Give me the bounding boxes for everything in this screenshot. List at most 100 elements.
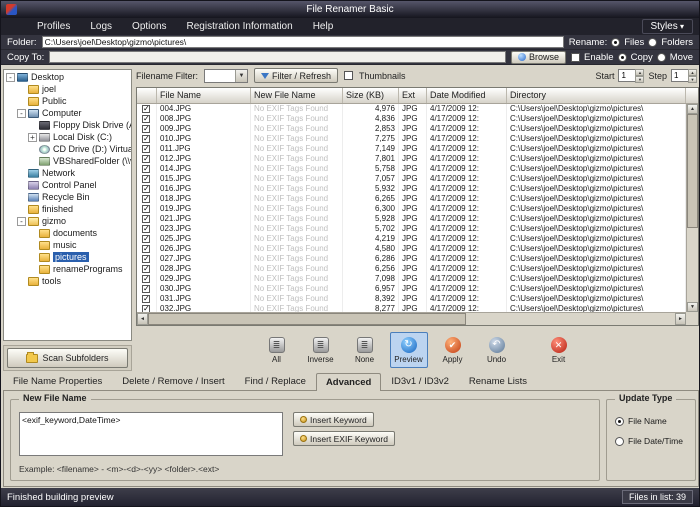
header-file-name[interactable]: File Name: [157, 88, 251, 103]
tree-item-network[interactable]: Network: [4, 167, 131, 179]
enable-checkbox[interactable]: [571, 53, 580, 62]
select-all-button[interactable]: All: [258, 332, 296, 368]
select-none-button[interactable]: None: [346, 332, 384, 368]
tab-rename-lists[interactable]: Rename Lists: [459, 373, 537, 390]
row-checkbox[interactable]: [142, 265, 150, 273]
header-directory[interactable]: Directory: [507, 88, 686, 103]
update-file-name-radio[interactable]: [615, 417, 624, 426]
header-date-modified[interactable]: Date Modified: [427, 88, 507, 103]
row-checkbox[interactable]: [142, 185, 150, 193]
row-checkbox[interactable]: [142, 135, 150, 143]
menu-options[interactable]: Options: [122, 18, 176, 35]
row-checkbox[interactable]: [142, 295, 150, 303]
tab-id3v1-id3v2[interactable]: ID3v1 / ID3v2: [381, 373, 459, 390]
collapse-icon[interactable]: -: [17, 217, 26, 226]
header-size[interactable]: Size (KB): [343, 88, 399, 103]
header-new-file-name[interactable]: New File Name: [251, 88, 343, 103]
update-type-legend: Update Type: [615, 393, 676, 403]
tree-item-renameprograms[interactable]: renamePrograms: [4, 263, 131, 275]
tree-item-joel[interactable]: joel: [4, 83, 131, 95]
tab-find-replace[interactable]: Find / Replace: [235, 373, 316, 390]
tree-item-gizmo[interactable]: -gizmo: [4, 215, 131, 227]
tree-item-control-panel[interactable]: Control Panel: [4, 179, 131, 191]
scroll-down-icon[interactable]: ▼: [687, 302, 698, 312]
row-checkbox[interactable]: [142, 115, 150, 123]
filter-refresh-button[interactable]: Filter / Refresh: [254, 68, 338, 83]
tree-item-desktop[interactable]: -Desktop: [4, 71, 131, 83]
row-checkbox[interactable]: [142, 305, 150, 312]
tree-item-cd-drive-d-virtualbox-guest[interactable]: CD Drive (D:) VirtualBox Guest: [4, 143, 131, 155]
row-checkbox[interactable]: [142, 245, 150, 253]
tree-item-computer[interactable]: -Computer: [4, 107, 131, 119]
rename-folders-radio[interactable]: [648, 38, 657, 47]
tree-item-finished[interactable]: finished: [4, 203, 131, 215]
apply-button[interactable]: Apply: [434, 332, 472, 368]
scroll-right-icon[interactable]: ►: [675, 313, 686, 325]
rename-files-radio[interactable]: [611, 38, 620, 47]
row-checkbox[interactable]: [142, 105, 150, 113]
menu-help[interactable]: Help: [303, 18, 344, 35]
row-checkbox[interactable]: [142, 225, 150, 233]
chevron-down-icon[interactable]: ▼: [235, 70, 247, 82]
row-checkbox[interactable]: [142, 285, 150, 293]
copy-radio[interactable]: [618, 53, 627, 62]
menu-logs[interactable]: Logs: [80, 18, 122, 35]
expand-icon[interactable]: +: [28, 133, 37, 142]
filename-filter-combo[interactable]: ▼: [204, 69, 248, 83]
horizontal-scroll-thumb[interactable]: [148, 313, 466, 325]
row-checkbox[interactable]: [142, 195, 150, 203]
row-checkbox[interactable]: [142, 205, 150, 213]
tree-item-floppy-disk-drive-a[interactable]: Floppy Disk Drive (A:): [4, 119, 131, 131]
tree-item-music[interactable]: music: [4, 239, 131, 251]
step-spinner-arrows[interactable]: ▲▼: [688, 69, 697, 82]
pattern-input[interactable]: <exif_keyword,DateTime>: [19, 412, 283, 456]
row-checkbox[interactable]: [142, 155, 150, 163]
scroll-up-icon[interactable]: ▲: [687, 104, 698, 114]
tab-advanced[interactable]: Advanced: [316, 373, 381, 391]
collapse-icon[interactable]: -: [6, 73, 15, 82]
cell-newname: No EXIF Tags Found: [251, 194, 343, 204]
update-file-datetime-radio[interactable]: [615, 437, 624, 446]
menu-registration-information[interactable]: Registration Information: [177, 18, 303, 35]
undo-button[interactable]: Undo: [478, 332, 516, 368]
exit-button[interactable]: Exit: [540, 332, 578, 368]
copy-to-input[interactable]: [49, 51, 506, 63]
menu-profiles[interactable]: Profiles: [27, 18, 80, 35]
row-checkbox[interactable]: [142, 175, 150, 183]
row-checkbox[interactable]: [142, 235, 150, 243]
move-radio[interactable]: [657, 53, 666, 62]
row-checkbox[interactable]: [142, 125, 150, 133]
insert-exif-keyword-button[interactable]: Insert EXIF Keyword: [293, 431, 395, 446]
row-checkbox[interactable]: [142, 215, 150, 223]
tab-file-name-properties[interactable]: File Name Properties: [3, 373, 112, 390]
horizontal-scrollbar[interactable]: ◄ ►: [137, 312, 686, 325]
tree-item-local-disk-c[interactable]: +Local Disk (C:): [4, 131, 131, 143]
tree-item-documents[interactable]: documents: [4, 227, 131, 239]
cell-date: 4/17/2009 12:: [427, 244, 507, 254]
thumbnails-checkbox[interactable]: [344, 71, 353, 80]
row-checkbox[interactable]: [142, 145, 150, 153]
collapse-icon[interactable]: -: [17, 109, 26, 118]
insert-keyword-button[interactable]: Insert Keyword: [293, 412, 374, 427]
folder-input[interactable]: [42, 36, 564, 48]
start-spinner-arrows[interactable]: ▲▼: [635, 69, 644, 82]
tree-item-recycle-bin[interactable]: Recycle Bin: [4, 191, 131, 203]
tree-item-tools[interactable]: tools: [4, 275, 131, 287]
scroll-left-icon[interactable]: ◄: [137, 313, 148, 325]
select-inverse-button[interactable]: Inverse: [302, 332, 340, 368]
preview-button[interactable]: Preview: [390, 332, 428, 368]
tree-item-pictures[interactable]: pictures: [4, 251, 131, 263]
vertical-scrollbar[interactable]: ▲ ▼: [686, 104, 698, 312]
row-checkbox[interactable]: [142, 165, 150, 173]
browse-button[interactable]: Browse: [511, 51, 566, 64]
header-checkbox-column[interactable]: [137, 88, 157, 103]
styles-dropdown[interactable]: Styles: [642, 19, 693, 34]
tree-item-vbsharedfolder-vboxsvr-e[interactable]: VBSharedFolder (\\vboxsvr) (E:): [4, 155, 131, 167]
row-checkbox[interactable]: [142, 255, 150, 263]
tab-delete-remove-insert[interactable]: Delete / Remove / Insert: [112, 373, 234, 390]
header-ext[interactable]: Ext: [399, 88, 427, 103]
vertical-scroll-thumb[interactable]: [687, 114, 698, 228]
row-checkbox[interactable]: [142, 275, 150, 283]
tree-item-public[interactable]: Public: [4, 95, 131, 107]
scan-subfolders-button[interactable]: Scan Subfolders: [7, 348, 128, 368]
